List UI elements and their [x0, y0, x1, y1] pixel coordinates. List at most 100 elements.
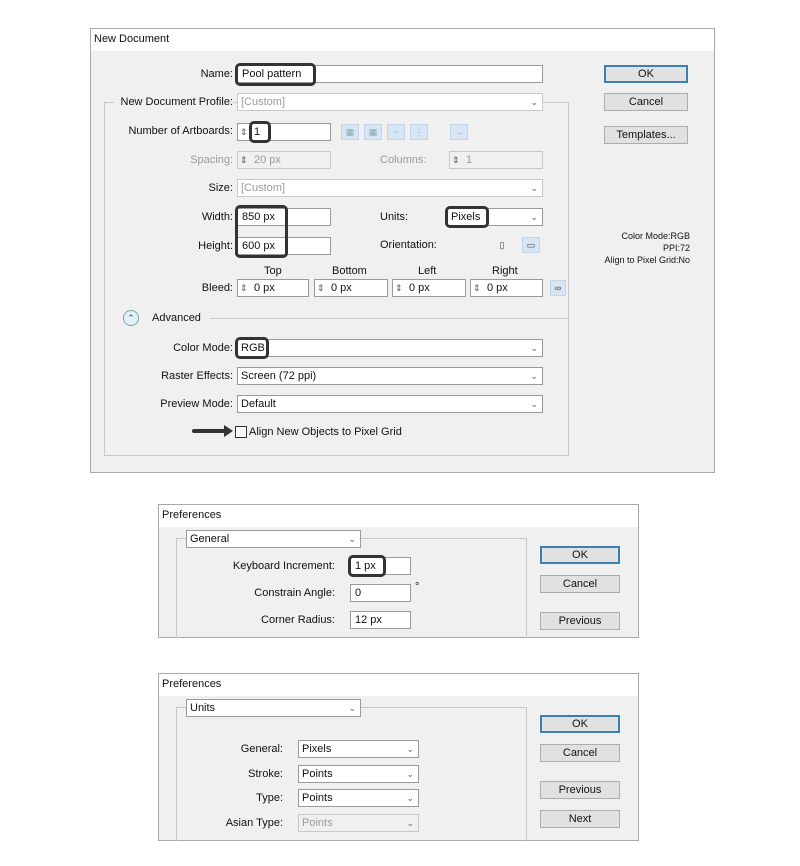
layout-direction-arrow-icon[interactable]: →	[450, 124, 468, 140]
link-bleed-icon[interactable]: ∞	[550, 280, 566, 296]
preview-mode-label: Preview Mode:	[160, 398, 233, 410]
highlight-name	[235, 63, 316, 86]
corner-radius-input[interactable]: 12 px	[350, 611, 411, 629]
info-align-grid: Align to Pixel Grid:No	[604, 255, 690, 265]
keyboard-increment-label: Keyboard Increment:	[232, 560, 335, 572]
asian-type-units-label: Asian Type:	[225, 817, 283, 829]
previous-button[interactable]: Previous	[540, 612, 620, 630]
type-units-value: Points	[302, 792, 333, 804]
bleed-label: Bleed:	[201, 282, 233, 294]
grid-by-row-icon[interactable]: ▦	[341, 124, 359, 140]
highlight-artboards	[249, 121, 271, 143]
width-label: Width:	[201, 211, 233, 223]
collapse-advanced-icon[interactable]: ⌃	[123, 310, 139, 326]
arrange-by-row-icon[interactable]: −	[387, 124, 405, 140]
orientation-label: Orientation:	[380, 239, 437, 251]
dialog-title: New Document	[91, 29, 714, 51]
raster-effects-select[interactable]: Screen (72 ppi) ⌄	[237, 367, 543, 385]
chevron-down-icon: ⌄	[530, 371, 538, 381]
chevron-down-icon: ⌄	[530, 183, 538, 193]
bleed-bottom-input[interactable]: ⇕ 0 px	[314, 279, 388, 297]
cancel-button[interactable]: Cancel	[540, 744, 620, 762]
spacing-input: ⇕ 20 px	[237, 151, 331, 169]
highlight-width-height	[235, 205, 288, 258]
type-units-label: Type:	[256, 792, 283, 804]
bleed-left-label: Left	[418, 265, 437, 277]
bleed-top-input[interactable]: ⇕ 0 px	[237, 279, 309, 297]
highlight-keyboard-increment	[348, 555, 386, 577]
chevron-down-icon: ⌄	[348, 534, 356, 544]
bleed-bottom-label: Bottom	[332, 265, 367, 277]
chevron-down-icon: ⌄	[530, 343, 538, 353]
info-color-mode: Color Mode:RGB	[621, 231, 690, 241]
asian-type-units-value: Points	[302, 817, 333, 829]
landscape-orientation-icon[interactable]: ▭	[522, 237, 540, 253]
raster-effects-label: Raster Effects:	[161, 370, 233, 382]
preferences-section-select[interactable]: Units ⌄	[186, 699, 361, 717]
bleed-right-input[interactable]: ⇕ 0 px	[470, 279, 543, 297]
constrain-angle-label: Constrain Angle:	[254, 587, 335, 599]
portrait-orientation-icon[interactable]: ▯	[493, 237, 511, 253]
bleed-right-label: Right	[492, 265, 518, 277]
align-pixel-grid-checkbox[interactable]	[235, 426, 247, 438]
next-button[interactable]: Next	[540, 810, 620, 828]
dialog-title: Preferences	[159, 505, 638, 527]
advanced-label: Advanced	[152, 312, 201, 324]
chevron-down-icon: ⌄	[406, 769, 414, 779]
bleed-right-value: 0 px	[487, 282, 508, 294]
preview-mode-select[interactable]: Default ⌄	[237, 395, 543, 413]
general-units-value: Pixels	[302, 743, 332, 755]
document-info: Color Mode:RGB PPI:72 Align to Pixel Gri…	[580, 230, 690, 266]
columns-value: 1	[466, 154, 473, 166]
general-units-select[interactable]: Pixels ⌄	[298, 740, 419, 758]
type-units-select[interactable]: Points ⌄	[298, 789, 419, 807]
raster-effects-value: Screen (72 ppi)	[241, 370, 317, 382]
chevron-down-icon: ⌄	[530, 212, 538, 222]
profile-value: [Custom]	[241, 96, 286, 108]
arrow-pointer-head-icon	[224, 425, 233, 437]
size-value: [Custom]	[241, 182, 286, 194]
bleed-top-value: 0 px	[254, 282, 275, 294]
advanced-divider	[210, 318, 568, 319]
previous-button[interactable]: Previous	[540, 781, 620, 799]
color-mode-select[interactable]: RGB ⌄	[237, 339, 543, 357]
columns-input: ⇕ 1	[449, 151, 543, 169]
stroke-units-label: Stroke:	[248, 768, 283, 780]
cancel-button[interactable]: Cancel	[604, 93, 688, 111]
profile-select[interactable]: [Custom] ⌄	[237, 93, 543, 111]
arrow-pointer-icon	[192, 429, 226, 433]
ok-button[interactable]: OK	[604, 65, 688, 83]
size-label: Size:	[208, 182, 233, 194]
section-value: General	[190, 533, 230, 545]
artboards-label: Number of Artboards:	[128, 125, 233, 137]
corner-radius-label: Corner Radius:	[261, 614, 335, 626]
constrain-angle-input[interactable]: 0	[350, 584, 411, 602]
height-label: Height:	[198, 240, 233, 252]
spacing-value: 20 px	[254, 154, 281, 166]
ok-button[interactable]: OK	[540, 546, 620, 564]
section-value: Units	[190, 702, 216, 714]
degree-symbol: °	[415, 581, 420, 593]
chevron-down-icon: ⌄	[406, 818, 414, 828]
chevron-down-icon: ⌄	[348, 703, 356, 713]
ok-button[interactable]: OK	[540, 715, 620, 733]
align-pixel-grid-label: Align New Objects to Pixel Grid	[249, 426, 402, 438]
bleed-top-label: Top	[264, 265, 282, 277]
cancel-button[interactable]: Cancel	[540, 575, 620, 593]
stroke-units-select[interactable]: Points ⌄	[298, 765, 419, 783]
color-mode-label: Color Mode:	[173, 342, 233, 354]
grid-by-column-icon[interactable]: ▦	[364, 124, 382, 140]
stroke-units-value: Points	[302, 768, 333, 780]
chevron-down-icon: ⌄	[530, 399, 538, 409]
arrange-by-column-icon[interactable]: ⋮	[410, 124, 428, 140]
preview-mode-value: Default	[241, 398, 276, 410]
profile-label: New Document Profile:	[114, 93, 233, 111]
columns-label: Columns:	[380, 154, 427, 166]
units-label: Units:	[380, 211, 409, 223]
templates-button[interactable]: Templates...	[604, 126, 688, 144]
bleed-left-input[interactable]: ⇕ 0 px	[392, 279, 466, 297]
preferences-section-select[interactable]: General ⌄	[186, 530, 361, 548]
size-select[interactable]: [Custom] ⌄	[237, 179, 543, 197]
chevron-down-icon: ⌄	[406, 744, 414, 754]
general-units-label: General:	[240, 743, 283, 755]
